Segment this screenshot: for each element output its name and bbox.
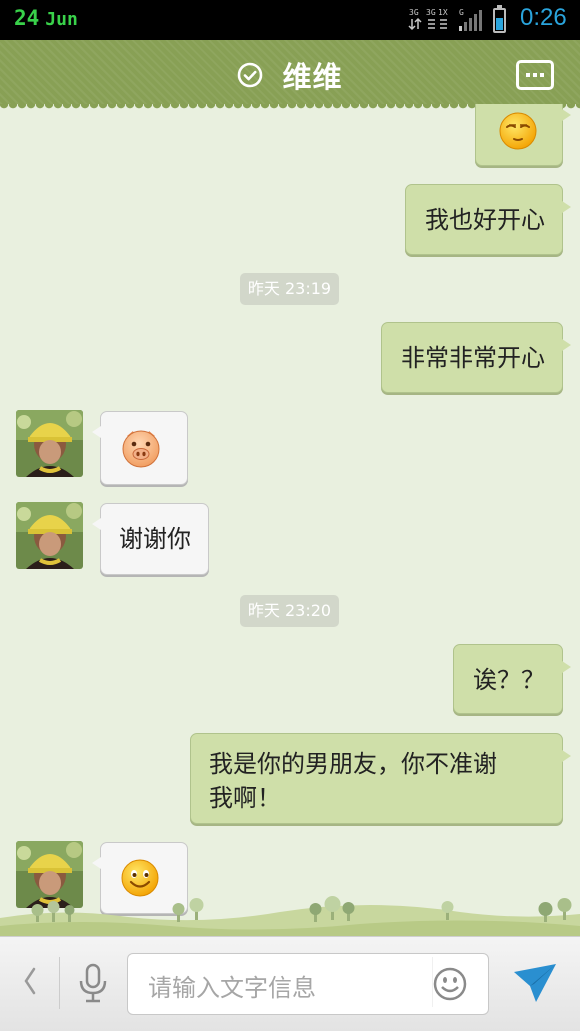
landscape-decoration [0, 896, 580, 936]
timestamp: 昨天 23:19 [240, 273, 339, 305]
divider [59, 957, 60, 1009]
chat-area[interactable]: 我也好开心 昨天 23:19 非常非常开心 谢谢你 昨天 23:20 诶？？ 我… [0, 104, 580, 936]
contact-name[interactable]: 维维 [283, 60, 343, 94]
message-input-placeholder: 请输入文字信息 [148, 974, 316, 1002]
status-date: 24 Jun [14, 6, 78, 30]
message-text: 我也好开心 [425, 206, 545, 234]
message-bubble-emoji-outgoing[interactable] [475, 104, 571, 166]
svg-text:3G: 3G [409, 8, 419, 17]
title-bar: 维维 [0, 40, 580, 110]
message-bubble-outgoing[interactable]: 诶？？ [453, 644, 571, 714]
contact-avatar[interactable] [16, 410, 83, 477]
message-bubble-outgoing[interactable]: 我也好开心 [405, 184, 571, 255]
contact-avatar[interactable] [16, 502, 83, 569]
status-date-day: 24 [14, 6, 40, 30]
chevron-left-icon[interactable] [22, 965, 38, 997]
pig-face-icon [122, 430, 160, 468]
svg-text:1X: 1X [438, 8, 448, 17]
message-bubble-outgoing[interactable]: 非常非常开心 [381, 322, 571, 393]
status-date-month: Jun [45, 9, 78, 30]
microphone-icon[interactable] [76, 963, 110, 1005]
message-text-line: 我是你的男朋友，你不准谢 [209, 750, 497, 778]
sleepy-face-icon [499, 112, 537, 150]
timestamp: 昨天 23:20 [240, 595, 339, 627]
status-bar: 24 Jun 3G 3G 1X G 0:26 [0, 0, 580, 40]
message-bubble-emoji-incoming[interactable] [92, 411, 188, 485]
message-text: 谢谢你 [119, 525, 191, 553]
message-bubble-incoming[interactable]: 谢谢你 [92, 503, 209, 575]
status-time: 0:26 [520, 4, 567, 31]
send-icon[interactable] [512, 962, 558, 1004]
svg-text:3G: 3G [426, 8, 436, 17]
check-circle-icon [238, 62, 263, 88]
message-text-line: 我啊！ [209, 784, 281, 812]
smiley-icon[interactable] [432, 951, 472, 1013]
more-button[interactable] [516, 60, 554, 90]
title-center: 维维 [0, 54, 580, 96]
network-signal-icon: 3G 3G 1X G [408, 8, 482, 31]
battery-icon [493, 5, 506, 33]
message-bubble-outgoing[interactable]: 我是你的男朋友，你不准谢 我啊！ [190, 733, 571, 824]
svg-text:G: G [459, 8, 464, 17]
message-text: 诶？？ [473, 666, 545, 694]
input-bar: 请输入文字信息 [0, 936, 580, 1031]
message-text: 非常非常开心 [401, 344, 545, 372]
